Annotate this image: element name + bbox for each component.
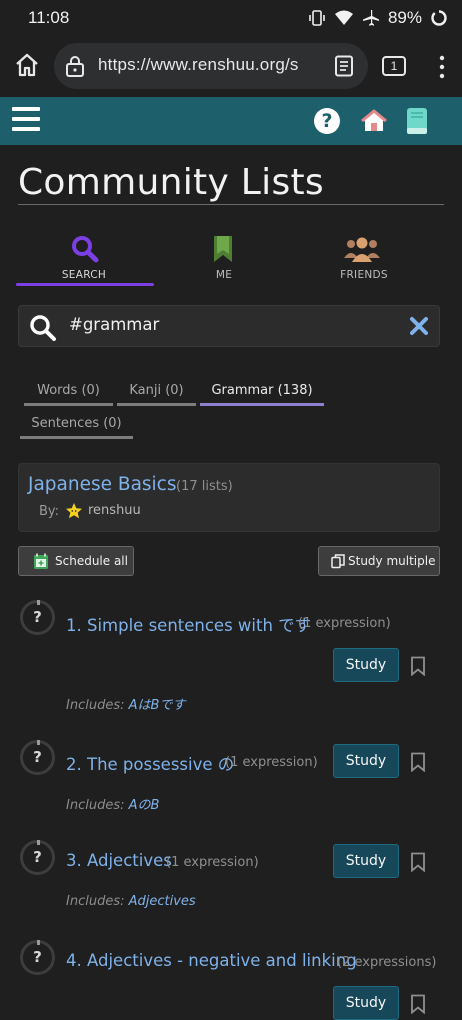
page-title: Community Lists xyxy=(18,162,324,203)
bookmark-outline-icon[interactable] xyxy=(410,656,426,676)
status-bar: 11:08 89% xyxy=(0,0,462,36)
study-button[interactable]: Study xyxy=(333,744,399,778)
reader-mode-icon[interactable] xyxy=(334,55,354,77)
tab-switcher-button[interactable]: 1 xyxy=(382,56,406,76)
study-multiple-label: Study multiple xyxy=(348,554,436,568)
tab-me-label: ME xyxy=(215,269,233,281)
includes-label: Includes: xyxy=(66,894,125,909)
copy-icon xyxy=(331,554,345,569)
status-icons: 89% xyxy=(308,6,448,30)
type-tab-sentences[interactable]: Sentences (0) xyxy=(20,409,133,439)
book-icon[interactable] xyxy=(405,107,429,135)
tab-search[interactable]: SEARCH xyxy=(14,232,154,288)
user-star-icon xyxy=(66,503,82,519)
browser-home-button[interactable] xyxy=(12,50,44,82)
list-item-count: (1 expression) xyxy=(298,616,391,631)
battery-percent: 89% xyxy=(387,8,422,27)
home-icon xyxy=(16,53,38,77)
includes-link[interactable]: AはBです xyxy=(129,698,186,713)
collection-title[interactable]: Japanese Basics xyxy=(28,474,177,495)
search-input[interactable] xyxy=(69,315,389,334)
help-icon[interactable]: ? xyxy=(314,108,340,134)
more-vert-icon xyxy=(439,55,445,79)
study-multiple-button[interactable]: Study multiple xyxy=(318,546,440,576)
schedule-all-label: Schedule all xyxy=(55,554,128,568)
address-bar[interactable]: https://www.renshuu.org/s xyxy=(54,43,368,89)
title-divider xyxy=(18,204,444,205)
house-icon[interactable] xyxy=(360,108,388,134)
wifi-icon xyxy=(334,10,353,25)
includes-link[interactable]: Adjectives xyxy=(129,894,196,909)
tab-friends[interactable]: FRIENDS xyxy=(294,232,434,288)
progress-ring: ? xyxy=(20,740,55,775)
site-header: ? xyxy=(0,97,462,145)
study-button[interactable]: Study xyxy=(333,986,399,1020)
collection-count: (17 lists) xyxy=(176,479,233,494)
list-item-includes: Includes: Adjectives xyxy=(66,894,196,909)
clear-search-icon[interactable] xyxy=(409,316,429,336)
active-tab-indicator xyxy=(16,283,154,286)
tab-friends-label: FRIENDS xyxy=(340,269,388,281)
study-button[interactable]: Study xyxy=(333,844,399,878)
list-item-title[interactable]: 1. Simple sentences with です xyxy=(66,612,311,636)
url-text: https://www.renshuu.org/s xyxy=(98,55,299,74)
collection-author[interactable]: renshuu xyxy=(88,503,141,518)
search-icon xyxy=(30,315,56,341)
search-box xyxy=(18,305,440,347)
tab-search-label: SEARCH xyxy=(61,269,107,281)
list-item-title[interactable]: 3. Adjectives xyxy=(66,851,172,870)
progress-ring: ? xyxy=(20,600,55,635)
study-button[interactable]: Study xyxy=(333,648,399,682)
list-item-includes: Includes: AはBです xyxy=(66,694,185,713)
list-item-includes: Includes: AのB xyxy=(66,794,159,813)
list-item-count: (1 expression) xyxy=(225,755,318,770)
includes-label: Includes: xyxy=(66,798,125,813)
bookmark-outline-icon[interactable] xyxy=(410,994,426,1014)
lock-icon xyxy=(66,56,84,77)
collection-card: Japanese Basics (17 lists) By: renshuu xyxy=(18,463,440,532)
browser-menu-button[interactable] xyxy=(436,54,448,80)
vibrate-icon xyxy=(309,10,325,26)
tab-me[interactable]: ME xyxy=(154,232,294,288)
includes-label: Includes: xyxy=(66,698,125,713)
list-tabs: SEARCH ME FRIENDS xyxy=(14,232,444,288)
type-tab-words[interactable]: Words (0) xyxy=(24,376,113,406)
calendar-icon xyxy=(34,553,48,569)
collection-by-label: By: xyxy=(39,504,60,519)
list-item-title[interactable]: 2. The possessive の xyxy=(66,751,234,775)
status-time: 11:08 xyxy=(28,8,70,27)
airplane-icon xyxy=(362,10,379,26)
bookmark-outline-icon[interactable] xyxy=(410,852,426,872)
bookmark-outline-icon[interactable] xyxy=(410,752,426,772)
type-tab-grammar[interactable]: Grammar (138) xyxy=(200,376,324,406)
list-item-count: (1 expression) xyxy=(166,855,259,870)
type-tab-kanji[interactable]: Kanji (0) xyxy=(117,376,196,406)
people-icon xyxy=(344,237,380,262)
list-item-title[interactable]: 4. Adjectives - negative and linking xyxy=(66,951,357,970)
browser-toolbar: https://www.renshuu.org/s 1 xyxy=(0,36,462,96)
progress-ring: ? xyxy=(20,840,55,875)
list-item-count: (2 expressions) xyxy=(337,955,437,970)
battery-ring-icon xyxy=(431,10,447,26)
progress-ring: ? xyxy=(20,940,55,975)
schedule-all-button[interactable]: Schedule all xyxy=(18,546,134,576)
includes-link[interactable]: AのB xyxy=(129,798,160,813)
bookmark-icon xyxy=(214,236,232,262)
magnifier-icon xyxy=(72,236,99,263)
hamburger-menu-icon[interactable] xyxy=(12,107,40,133)
